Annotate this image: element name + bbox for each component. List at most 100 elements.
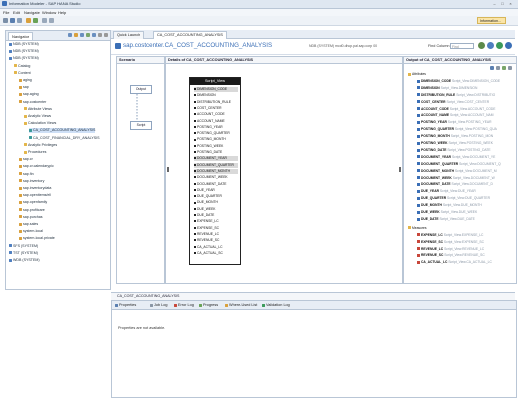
- tree-item[interactable]: CA_COST_ACCOUNTING_ANALYSIS: [29, 128, 96, 134]
- tab-quick-launch[interactable]: Quick Launch: [113, 31, 145, 39]
- tab-where-used-list[interactable]: Where-Used List: [225, 302, 257, 309]
- add-system-icon[interactable]: [80, 33, 84, 37]
- output-column-row[interactable]: ACCOUNT_CODE Script_View.ACCOUNT_CODE: [417, 107, 518, 112]
- output-column-row[interactable]: COST_CENTER Script_View.COST_CENTER: [417, 100, 518, 105]
- tab-navigator[interactable]: Navigator: [8, 32, 34, 40]
- output-column-row[interactable]: DUE_WEEK Script_View.DUE_WEEK: [417, 210, 518, 215]
- script-view-column[interactable]: DUE_QUARTER: [194, 194, 238, 199]
- perspective-button[interactable]: Information...: [477, 17, 506, 24]
- script-view-column[interactable]: DOCUMENT_QUARTER: [194, 162, 238, 168]
- output-column-row[interactable]: POSTING_DATE Script_View.POSTING_DATE: [417, 148, 518, 153]
- script-view-column[interactable]: DOCUMENT_DATE: [194, 182, 238, 187]
- output-column-row[interactable]: CA_ACTUAL_LC Script_View.CA_ACTUAL_LC: [417, 260, 518, 265]
- tree-item[interactable]: NDB (SYSTEM): [9, 56, 39, 61]
- script-view-column[interactable]: DUE_MONTH: [194, 200, 238, 205]
- refresh-icon[interactable]: [86, 33, 90, 37]
- tree-item[interactable]: system-local: [19, 229, 43, 234]
- script-node[interactable]: Script: [130, 121, 152, 130]
- tree-item[interactable]: sap.inventory: [19, 179, 44, 184]
- output-column-row[interactable]: DUE_YEAR Script_View.DUE_YEAR: [417, 189, 518, 194]
- collapse-left-handle[interactable]: [167, 167, 169, 172]
- output-column-row[interactable]: DIMENSION_CODE Script_View.DIMENSION_COD…: [417, 79, 518, 84]
- menu-window[interactable]: Window: [42, 10, 56, 15]
- activate-icon[interactable]: [478, 42, 485, 49]
- output-column-row[interactable]: DUE_QUARTER Script_View.DUE_QUARTER: [417, 196, 518, 201]
- tree-item[interactable]: Procedures: [24, 150, 46, 155]
- output-column-row[interactable]: DOCUMENT_QUARTER Script_View.DOCUMENT_Q: [417, 162, 518, 167]
- output-column-row[interactable]: DISTRIBUTION_RULE Script_View.DISTRIBUTI…: [417, 93, 518, 98]
- open-icon[interactable]: [26, 18, 31, 23]
- tab-properties[interactable]: Properties: [115, 302, 136, 309]
- tab-progress[interactable]: Progress: [199, 302, 218, 309]
- script-view-column[interactable]: DUE_YEAR: [194, 188, 238, 193]
- script-view-column[interactable]: REVENUE_SC: [194, 238, 238, 243]
- script-view-column[interactable]: DISTRIBUTION_RULE: [194, 100, 238, 105]
- tree-item[interactable]: sap.cr.calendarypic: [19, 164, 54, 169]
- script-view-column[interactable]: POSTING_YEAR: [194, 125, 238, 130]
- output-column-row[interactable]: POSTING_QUARTER Script_View.POSTING_QUA: [417, 127, 518, 132]
- tree-item[interactable]: Attribute Views: [24, 107, 52, 112]
- tree-item[interactable]: WDB (SYSTEM): [9, 258, 40, 263]
- output-column-row[interactable]: EXPENSE_SC Script_View.EXPENSE_SC: [417, 240, 518, 245]
- tree-item[interactable]: sap.purchas: [19, 215, 43, 220]
- script-view-column[interactable]: DOCUMENT_MONTH: [194, 168, 238, 174]
- maximize-button[interactable]: □: [499, 1, 506, 6]
- attributes-group[interactable]: Attributes: [408, 72, 514, 77]
- script-view-column[interactable]: POSTING_QUARTER: [194, 131, 238, 136]
- tree-item[interactable]: CA_COST_FINANCIAL_DRY_ANALYSIS: [29, 136, 100, 141]
- print-icon[interactable]: [17, 18, 22, 23]
- back-icon[interactable]: [42, 18, 47, 23]
- data-preview-icon[interactable]: [496, 42, 503, 49]
- output-column-row[interactable]: DOCUMENT_YEAR Script_View.DOCUMENT_YE: [417, 155, 518, 160]
- output-menu-icon[interactable]: [508, 66, 512, 70]
- tab-validation-log[interactable]: Validation Log: [262, 302, 290, 309]
- run-icon[interactable]: [33, 18, 38, 23]
- script-view-column[interactable]: CA_ACTUAL_LC: [194, 245, 238, 250]
- measures-group[interactable]: Measures: [408, 226, 514, 231]
- output-column-row[interactable]: POSTING_WEEK Script_View.POSTING_WEEK: [417, 141, 518, 146]
- tree-item[interactable]: sap.sales: [19, 222, 38, 227]
- tree-item[interactable]: Analytic Privileges: [24, 143, 57, 148]
- script-view-column[interactable]: EXPENSE_SC: [194, 226, 238, 231]
- editor-footer-tab[interactable]: CA_COST_ACCOUNTING_ANALYSIS: [117, 294, 179, 298]
- output-column-row[interactable]: DOCUMENT_DATE Script_View.DOCUMENT_D: [417, 182, 518, 187]
- tree-item[interactable]: system-local.private: [19, 236, 55, 241]
- script-view-column[interactable]: REVENUE_LC: [194, 232, 238, 237]
- refresh-editor-icon[interactable]: [505, 42, 512, 49]
- output-column-row[interactable]: EXPENSE_LC Script_View.EXPENSE_LC: [417, 233, 518, 238]
- script-view-column[interactable]: DOCUMENT_YEAR: [194, 156, 238, 162]
- tree-item[interactable]: Calculation Views: [24, 121, 56, 126]
- script-view-column[interactable]: ACCOUNT_CODE: [194, 112, 238, 117]
- tree-item[interactable]: Analytic Views: [24, 114, 51, 119]
- collapse-all-icon[interactable]: [68, 33, 72, 37]
- save-icon[interactable]: [10, 18, 15, 23]
- script-view-column[interactable]: COST_CENTER: [194, 106, 238, 111]
- output-column-row[interactable]: DUE_DATE Script_View.DUE_DATE: [417, 217, 518, 222]
- tab-ca-cost-accounting-analysis[interactable]: CA_COST_ACCOUNTING_ANALYSIS: [153, 31, 227, 39]
- tree-item[interactable]: Catalog: [14, 64, 30, 69]
- output-column-row[interactable]: POSTING_MONTH Script_View.POSTING_MON: [417, 134, 518, 139]
- search-icon[interactable]: [496, 66, 500, 70]
- script-view-box[interactable]: Script_View DIMENSION_CODE DIMENSION DISTR…: [189, 77, 241, 265]
- find-column-input[interactable]: Find: [450, 43, 474, 49]
- script-view-column[interactable]: DIMENSION_CODE: [194, 87, 238, 92]
- tree-item[interactable]: NDB (SYSTEM): [9, 49, 39, 54]
- tree-item[interactable]: TST (SYSTEM): [9, 251, 38, 256]
- tree-item[interactable]: sap.profitcare: [19, 208, 45, 213]
- tree-item[interactable]: SFS (SYSTEM): [9, 244, 38, 249]
- tree-item[interactable]: sap.fin: [19, 172, 34, 177]
- minimize-view-icon[interactable]: [98, 33, 102, 37]
- script-view-column[interactable]: DUE_DATE: [194, 213, 238, 218]
- filter-icon[interactable]: [502, 66, 506, 70]
- forward-icon[interactable]: [49, 18, 54, 23]
- script-view-column[interactable]: DUE_WEEK: [194, 207, 238, 212]
- tree-item[interactable]: sap.inventorydata: [19, 186, 51, 191]
- script-view-column[interactable]: POSTING_MONTH: [194, 137, 238, 142]
- close-button[interactable]: ×: [507, 1, 514, 6]
- maximize-view-icon[interactable]: [104, 33, 108, 37]
- tree-item[interactable]: sap.aging: [19, 92, 39, 97]
- output-column-row[interactable]: DUE_MONTH Script_View.DUE_MONTH: [417, 203, 518, 208]
- tree-item[interactable]: sap.openfamily: [19, 200, 47, 205]
- tree-item[interactable]: sap: [19, 85, 29, 90]
- output-column-row[interactable]: DOCUMENT_WEEK Script_View.DOCUMENT_W: [417, 176, 518, 181]
